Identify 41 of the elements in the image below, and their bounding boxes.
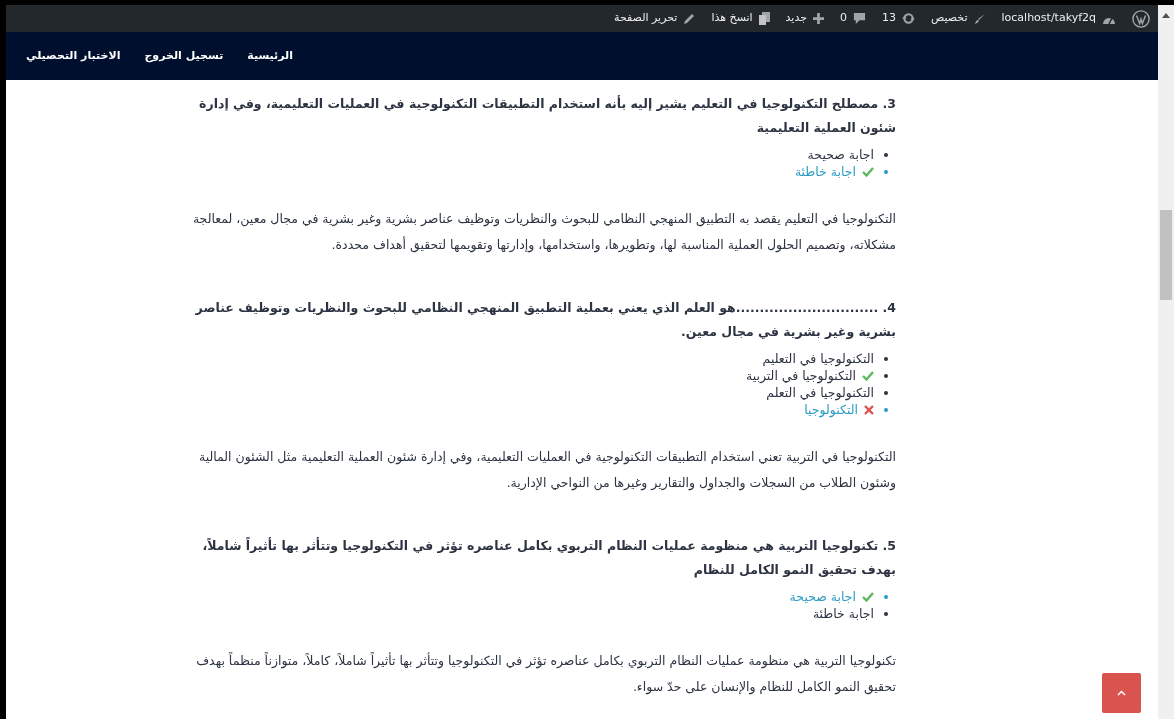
bullet-icon [884, 408, 888, 412]
brush-icon [973, 12, 986, 25]
copy-icon [758, 12, 770, 25]
scroll-to-top-button[interactable] [1102, 673, 1141, 713]
scrollbar[interactable] [1158, 5, 1174, 719]
refresh-icon [902, 12, 915, 25]
answer-option[interactable]: اجابة صحيحة [807, 146, 874, 163]
answer-option[interactable]: التكنولوجيا في التربية [746, 367, 856, 384]
answer-option[interactable]: التكنولوجيا في التعلم [766, 384, 874, 401]
edit-page-link[interactable]: تحرير الصفحة [614, 10, 678, 27]
scroll-up-icon[interactable] [1162, 13, 1170, 18]
bullet-icon [884, 391, 888, 395]
question-text: 4. ..............................هو العلم الذي يعني بعملية التطبيق المنهجي النظامي للبحوث والنظريات وتوظيف عناصر بشرية وغير بشرية في مجال معين. [194, 299, 896, 341]
explanation-text: التكنولوجيا في التعليم يقصد به التطبيق المنهجي النظامي للبحوث والنظريات وتوظيف عناصر بشرية وغير بشرية في مجال معين، لمعالجة مشكلاته، وتصميم الحلول العملية المناسبة لها، وتطويرها، واستخدامها، وإدارتها وتقويمها لتحقيق أهداف محددة. [191, 210, 896, 255]
nav-link[interactable]: تسجيل الخروج [144, 47, 224, 65]
bullet-icon [884, 374, 888, 378]
answer-option[interactable]: اجابة خاطئة [812, 605, 874, 622]
bullet-icon [884, 153, 888, 157]
question-text: 3. مصطلح التكنولوجيا في التعليم يشير إليه بأنه استخدام التطبيقات التكنولوجية في العمليات التعليمية، وفي إدارة شئون العملية التعليمية [198, 94, 896, 137]
explanation-text: تكنولوجيا التربية هي منظومة عمليات النظام التربوي بكامل عناصره تؤثر في التكنولوجيا وتتأثر بها تأثيراً شاملاً، كاملاً، متوازناً منظماً بهدف تحقيق النمو الكامل للنظام والإنسان على حدّ سواء. [195, 651, 896, 697]
bullet-icon [884, 357, 888, 361]
comment-icon [853, 12, 866, 25]
question-text: 5. تكنولوجيا التربية هي منظومة عمليات النظام التربوي بكامل عناصره تؤثر في التكنولوجيا وتتأثر بها تأثيراً شاملاً، بهدف تحقيق النمو الكامل للنظام [201, 536, 896, 580]
answer-option[interactable]: التكنولوجيا في التعليم [762, 350, 874, 367]
explanation-text: التكنولوجيا في التربية تعني استخدام التطبيقات التكنولوجية في العمليات التعليمية، وفي إدارة شئون العملية التعليمية مثل الشئون المالية وشئون الطلاب من السجلات والجداول والتقارير وغيرها من النواحي الإدارية. [197, 448, 896, 493]
site-link[interactable]: localhost/takyf2q [1001, 10, 1096, 27]
scrollbar-thumb[interactable] [1160, 210, 1172, 300]
chevron-up-icon [1117, 690, 1126, 696]
bullet-icon [884, 612, 888, 616]
plus-icon [813, 13, 824, 24]
customize-link[interactable]: تخصيص [931, 10, 968, 27]
pencil-icon [683, 12, 696, 25]
bullet-icon [884, 595, 888, 599]
comments-link[interactable]: 0 [840, 10, 847, 27]
nav-link[interactable]: الرئيسية [247, 47, 293, 65]
new-link[interactable]: جديد [785, 10, 807, 27]
bullet-icon [884, 170, 888, 174]
copy-link[interactable]: انسخ هذا [711, 10, 753, 27]
nav-link[interactable]: الاختبار التحصيلي [26, 47, 121, 65]
updates-link[interactable]: 13 [882, 10, 896, 27]
wordpress-logo-icon[interactable] [1132, 9, 1150, 28]
